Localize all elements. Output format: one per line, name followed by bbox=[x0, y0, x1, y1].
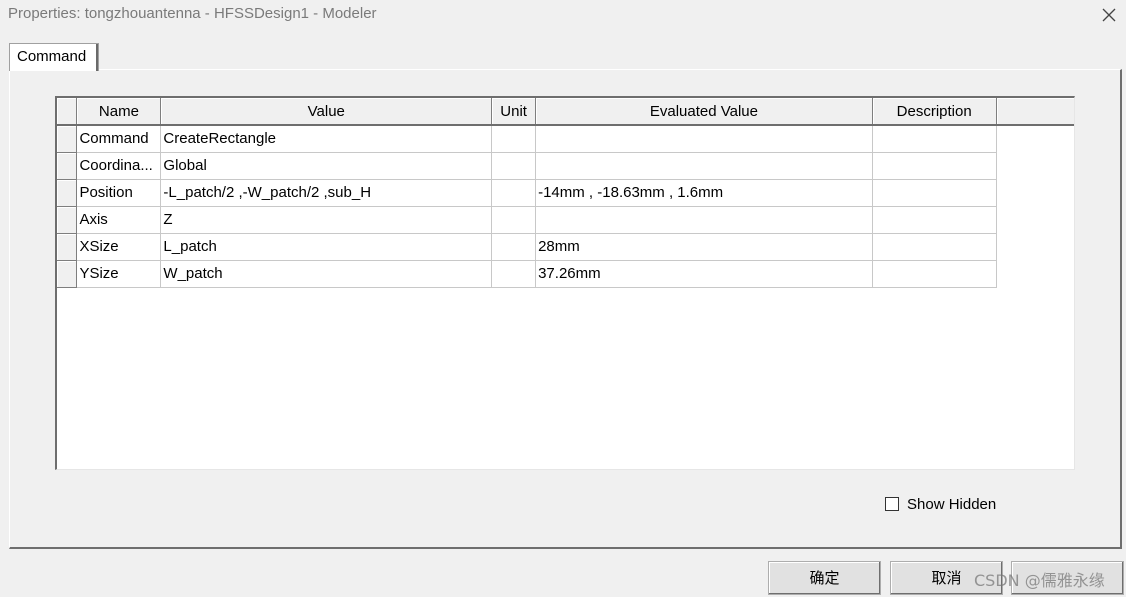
close-button[interactable] bbox=[1096, 2, 1122, 28]
row-selector[interactable] bbox=[57, 260, 78, 288]
table-row[interactable]: YSize W_patch 37.26mm bbox=[57, 260, 1074, 288]
cell-value[interactable]: Global bbox=[160, 152, 493, 180]
row-filler bbox=[996, 179, 1074, 206]
cell-description[interactable] bbox=[872, 152, 997, 180]
cell-value[interactable]: W_patch bbox=[160, 260, 493, 288]
row-selector[interactable] bbox=[57, 179, 78, 207]
cell-description[interactable] bbox=[872, 233, 997, 261]
cell-value[interactable]: L_patch bbox=[160, 233, 493, 261]
cell-name: XSize bbox=[76, 233, 162, 261]
table-row[interactable]: XSize L_patch 28mm bbox=[57, 233, 1074, 261]
header-row: Name Value Unit Evaluated Value Descript… bbox=[57, 98, 1074, 126]
cell-value[interactable]: CreateRectangle bbox=[160, 125, 493, 153]
cell-unit[interactable] bbox=[491, 125, 537, 153]
row-filler bbox=[996, 152, 1074, 179]
cell-description[interactable] bbox=[872, 206, 997, 234]
row-filler bbox=[996, 233, 1074, 260]
header-filler bbox=[996, 98, 1074, 126]
show-hidden-checkbox[interactable] bbox=[885, 497, 899, 511]
column-header-description[interactable]: Description bbox=[872, 98, 997, 126]
cell-name: Command bbox=[76, 125, 162, 153]
cell-unit[interactable] bbox=[491, 233, 537, 261]
watermark-text: CSDN @儒雅永缘 bbox=[974, 571, 1105, 590]
cell-evaluated-value bbox=[535, 125, 873, 153]
row-filler bbox=[996, 206, 1074, 233]
cell-value[interactable]: Z bbox=[160, 206, 493, 234]
show-hidden-option[interactable]: Show Hidden bbox=[885, 494, 996, 514]
window-title: Properties: tongzhouantenna - HFSSDesign… bbox=[8, 5, 377, 22]
cell-description[interactable] bbox=[872, 179, 997, 207]
column-header-evaluated-value[interactable]: Evaluated Value bbox=[535, 98, 873, 126]
table-row[interactable]: Command CreateRectangle bbox=[57, 125, 1074, 153]
cell-evaluated-value: 37.26mm bbox=[535, 260, 873, 288]
cell-evaluated-value: 28mm bbox=[535, 233, 873, 261]
cell-unit[interactable] bbox=[491, 152, 537, 180]
cell-value[interactable]: -L_patch/2 ,-W_patch/2 ,sub_H bbox=[160, 179, 493, 207]
properties-grid: Name Value Unit Evaluated Value Descript… bbox=[55, 96, 1075, 470]
cell-evaluated-value: -14mm , -18.63mm , 1.6mm bbox=[535, 179, 873, 207]
table-row[interactable]: Coordina... Global bbox=[57, 152, 1074, 180]
close-icon bbox=[1102, 8, 1116, 22]
cell-name: Coordina... bbox=[76, 152, 162, 180]
row-selector[interactable] bbox=[57, 233, 78, 261]
table-row[interactable]: Position -L_patch/2 ,-W_patch/2 ,sub_H -… bbox=[57, 179, 1074, 207]
properties-table: Name Value Unit Evaluated Value Descript… bbox=[57, 98, 1074, 288]
cell-unit[interactable] bbox=[491, 260, 537, 288]
row-selector[interactable] bbox=[57, 206, 78, 234]
cell-name: YSize bbox=[76, 260, 162, 288]
column-header-value[interactable]: Value bbox=[160, 98, 493, 126]
column-header-name[interactable]: Name bbox=[76, 98, 162, 126]
tab-command[interactable]: Command bbox=[9, 43, 99, 71]
row-filler bbox=[996, 125, 1074, 152]
row-selector[interactable] bbox=[57, 152, 78, 180]
title-bar: Properties: tongzhouantenna - HFSSDesign… bbox=[0, 0, 1126, 30]
ok-button[interactable]: 确定 bbox=[768, 561, 881, 595]
cell-name: Axis bbox=[76, 206, 162, 234]
cell-description[interactable] bbox=[872, 260, 997, 288]
corner-cell bbox=[57, 98, 78, 126]
cell-evaluated-value bbox=[535, 206, 873, 234]
cell-evaluated-value bbox=[535, 152, 873, 180]
table-row[interactable]: Axis Z bbox=[57, 206, 1074, 234]
properties-window: Properties: tongzhouantenna - HFSSDesign… bbox=[0, 0, 1126, 597]
cell-unit[interactable] bbox=[491, 179, 537, 207]
column-header-unit[interactable]: Unit bbox=[491, 98, 537, 126]
cell-unit[interactable] bbox=[491, 206, 537, 234]
cell-name: Position bbox=[76, 179, 162, 207]
row-selector[interactable] bbox=[57, 125, 78, 153]
cell-description[interactable] bbox=[872, 125, 997, 153]
row-filler bbox=[996, 260, 1074, 287]
show-hidden-label: Show Hidden bbox=[907, 495, 997, 513]
